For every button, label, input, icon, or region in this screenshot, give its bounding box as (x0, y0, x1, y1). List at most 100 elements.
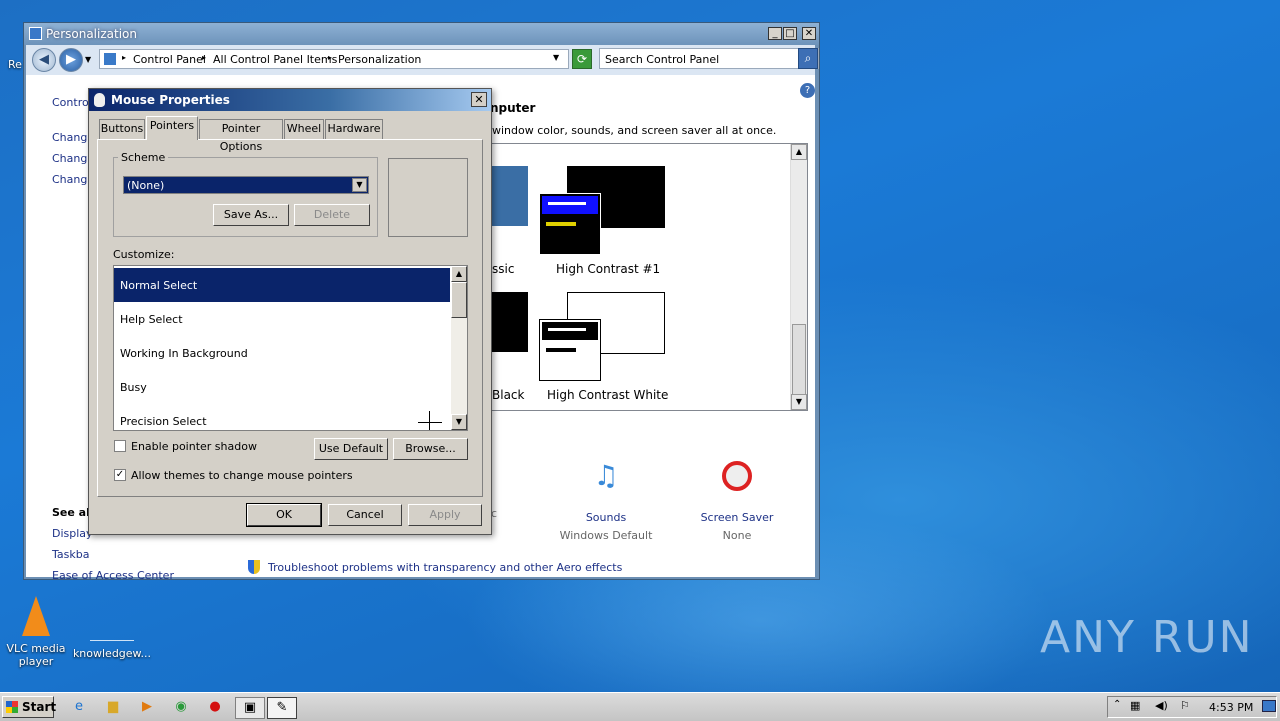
personalization-titlebar[interactable]: Personalization _ □ ✕ (24, 23, 819, 45)
theme-high-contrast-white-window (539, 319, 601, 381)
browse-button[interactable]: Browse... (393, 438, 468, 460)
search-placeholder: Search Control Panel (605, 53, 720, 66)
scroll-down-arrow[interactable]: ▼ (451, 414, 467, 430)
scroll-up-arrow[interactable]: ▲ (451, 266, 467, 282)
breadcrumb-sep: ▸ (202, 53, 207, 62)
theme-scrollbar[interactable]: ▲ ▼ (790, 144, 807, 410)
see-also-title: See al (52, 506, 90, 519)
pointers-page: Scheme (None) ▼ Save As... Delete Custom… (97, 139, 483, 497)
cursor-list-scrollbar[interactable]: ▲ ▼ (451, 266, 467, 430)
breadcrumb-personalization[interactable]: Personalization (338, 53, 421, 66)
cursor-row[interactable]: Precision Select (114, 404, 450, 430)
window-title: Personalization (46, 27, 137, 41)
enable-shadow-checkbox[interactable] (114, 440, 126, 452)
save-as-button[interactable]: Save As... (213, 204, 289, 226)
no-screensaver-icon (722, 461, 752, 491)
refresh-icon[interactable]: ⟳ (572, 49, 592, 69)
desktop-icon-vlc[interactable]: VLC media player (6, 596, 66, 668)
customize-label: Customize: (113, 248, 175, 261)
show-desktop-icon[interactable] (1262, 700, 1276, 712)
tab-hardware[interactable]: Hardware (325, 119, 383, 139)
theme-classic-preview[interactable] (492, 166, 528, 226)
volume-icon[interactable]: ◀) (1155, 699, 1168, 712)
help-icon[interactable]: ? (800, 83, 815, 98)
internet-explorer-icon[interactable]: e (69, 697, 89, 717)
file-explorer-icon[interactable]: ▆ (103, 697, 123, 717)
show-hidden-icons[interactable]: ⌃ (1113, 699, 1121, 710)
chevron-down-icon[interactable]: ▼ (352, 178, 367, 192)
ok-button[interactable]: OK (246, 503, 322, 527)
window-icon (29, 27, 42, 40)
apply-button[interactable]: Apply (408, 504, 482, 526)
anyrun-watermark: ANY RUN (1040, 612, 1254, 663)
left-link-control[interactable]: Control (52, 96, 92, 109)
recent-pages-dropdown[interactable]: ▼ (85, 55, 91, 64)
address-bar[interactable]: ▸ Control Panel ▸ All Control Panel Item… (99, 49, 569, 69)
chrome-icon[interactable]: ◉ (171, 697, 191, 717)
sounds-setting[interactable]: ♫ Sounds Windows Default (556, 455, 656, 542)
cancel-button[interactable]: Cancel (328, 504, 402, 526)
desktop-icon-knowledge[interactable]: knowledgew... (72, 620, 152, 660)
enable-shadow-label: Enable pointer shadow (131, 440, 257, 453)
tab-wheel[interactable]: Wheel (284, 119, 324, 139)
media-player-icon[interactable]: ▶ (137, 697, 157, 717)
navigation-bar: ◀ ▶ ▼ ▸ Control Panel ▸ All Control Pane… (26, 45, 819, 75)
allow-themes-checkbox[interactable]: ✓ (114, 469, 126, 481)
minimize-button[interactable]: _ (768, 27, 782, 40)
maximize-button[interactable]: □ (783, 27, 797, 40)
breadcrumb-sep: ▸ (122, 53, 127, 62)
scroll-down-arrow[interactable]: ▼ (791, 394, 807, 410)
mouse-properties-task-icon[interactable]: ✎ (267, 697, 297, 719)
control-panel-task-icon[interactable]: ▣ (235, 697, 265, 719)
control-panel-icon (104, 53, 116, 65)
close-button[interactable]: ✕ (802, 27, 816, 40)
opera-icon[interactable]: ● (205, 697, 225, 717)
cursor-row[interactable]: Working In Background (114, 336, 450, 370)
dialog-title: Mouse Properties (111, 93, 230, 107)
cursor-row[interactable]: Normal Select (114, 268, 450, 302)
breadcrumb-sep: ▸ (328, 53, 333, 62)
clock[interactable]: 4:53 PM (1209, 701, 1253, 714)
setting-value: Windows Default (559, 529, 653, 542)
theme-label: High Contrast White (547, 388, 669, 402)
pointer-preview (388, 158, 468, 237)
network-icon[interactable]: ▦ (1130, 699, 1140, 712)
screen-saver-setting[interactable]: Screen Saver None (687, 455, 787, 542)
troubleshoot-link[interactable]: Troubleshoot problems with transparency … (268, 561, 622, 574)
breadcrumb-control-panel[interactable]: Control Panel (133, 53, 206, 66)
action-center-flag-icon[interactable]: ⚐ (1180, 699, 1190, 712)
forward-button[interactable]: ▶ (59, 48, 83, 72)
back-button[interactable]: ◀ (32, 48, 56, 72)
start-button[interactable]: Start (2, 696, 56, 718)
scheme-label: Scheme (118, 151, 169, 164)
use-default-button[interactable]: Use Default (314, 438, 388, 460)
close-button[interactable]: ✕ (471, 92, 487, 107)
see-also-ease-of-access[interactable]: Ease of Access Center (52, 569, 174, 582)
cursor-name: Working In Background (120, 347, 248, 360)
search-icon[interactable]: ⌕ (798, 48, 818, 69)
dialog-titlebar[interactable]: Mouse Properties ✕ (89, 89, 491, 111)
see-also-display[interactable]: Display (52, 527, 93, 540)
file-icon (90, 620, 134, 641)
breadcrumb-all-items[interactable]: All Control Panel Items (213, 53, 337, 66)
desktop-icon-label: VLC media player (6, 642, 66, 668)
cursor-name: Help Select (120, 313, 183, 326)
scheme-value: (None) (127, 179, 165, 192)
page-heading: nputer (490, 101, 536, 115)
tab-pointers[interactable]: Pointers (146, 116, 198, 140)
delete-button[interactable]: Delete (294, 204, 370, 226)
tab-pointer-options[interactable]: Pointer Options (199, 119, 283, 153)
scheme-select[interactable]: (None) ▼ (123, 176, 369, 194)
scroll-thumb[interactable] (792, 324, 806, 398)
cursor-row[interactable]: Busy (114, 370, 450, 404)
scheme-group: Scheme (None) ▼ Save As... Delete (113, 151, 378, 237)
search-input[interactable]: Search Control Panel (599, 48, 819, 69)
see-also-taskbar[interactable]: Taskba (52, 548, 89, 561)
scroll-up-arrow[interactable]: ▲ (791, 144, 807, 160)
cursor-row[interactable]: Help Select (114, 302, 450, 336)
scroll-thumb[interactable] (451, 282, 467, 318)
tab-buttons[interactable]: Buttons (99, 119, 145, 139)
address-dropdown-icon[interactable]: ▼ (553, 53, 559, 62)
theme-black-preview[interactable] (492, 292, 528, 352)
cursor-list[interactable]: Normal Select Help Select Working In Bac… (113, 265, 468, 431)
